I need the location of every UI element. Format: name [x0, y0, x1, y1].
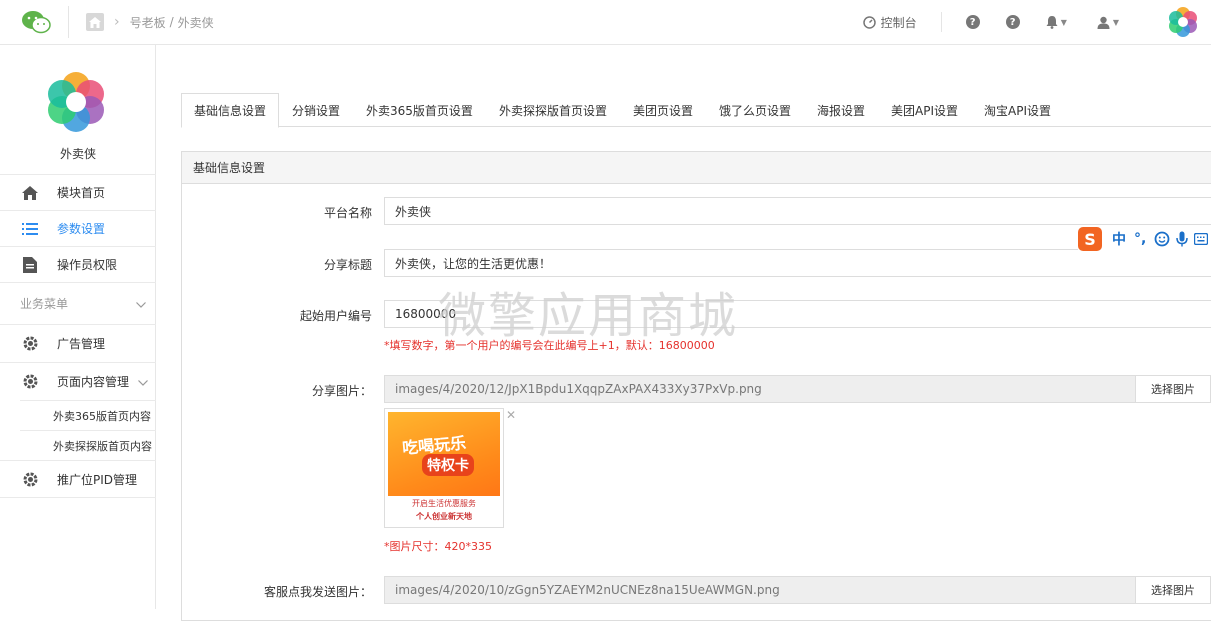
- brand-name: 外卖侠: [59, 147, 96, 161]
- tab-meituan-api[interactable]: 美团API设置: [878, 93, 971, 127]
- start-id-label: 起始用户编号: [299, 309, 372, 323]
- sidebar-group-label: 业务菜单: [20, 297, 69, 311]
- sogou-logo-icon: S: [1078, 227, 1102, 251]
- sidebar-item-ads[interactable]: 广告管理: [0, 324, 156, 362]
- sidebar-item-module-home[interactable]: 模块首页: [0, 174, 156, 210]
- share-image-path: images/4/2020/12/JpX1Bpdu1XqqpZAxPAX433X…: [384, 375, 1211, 403]
- breadcrumb-item-account[interactable]: 号老板: [130, 14, 166, 31]
- sidebar-item-params[interactable]: 参数设置: [0, 210, 156, 246]
- help-icon[interactable]: ?: [965, 15, 980, 29]
- cs-image-pick-button[interactable]: 选择图片: [1135, 576, 1211, 604]
- chevron-right-icon: ›: [114, 14, 120, 30]
- panel-title: 基础信息设置: [182, 152, 1211, 184]
- keyboard-icon[interactable]: [1194, 233, 1209, 245]
- question-icon[interactable]: ?: [1005, 15, 1020, 29]
- share-title-input[interactable]: 外卖侠，让您的生活更优惠！: [384, 249, 1211, 277]
- chevron-down-icon: [136, 297, 146, 311]
- share-image-thumbnail[interactable]: 吃喝玩乐 特权卡 开启生活优惠服务 个人创业新天地: [384, 408, 504, 528]
- cs-image-label: 客服点我发送图片：: [263, 585, 372, 599]
- tab-basic-info[interactable]: 基础信息设置: [181, 93, 280, 128]
- share-image-preview: 吃喝玩乐 特权卡 开启生活优惠服务 个人创业新天地: [388, 412, 500, 524]
- user-icon: [1097, 16, 1110, 29]
- sidebar-item-label: 推广位PID管理: [57, 472, 138, 487]
- cs-image-path: images/4/2020/10/zGgn5YZAEYM2nUCNEz8na15…: [384, 576, 1211, 604]
- gear-icon: [21, 470, 39, 488]
- share-title-label: 分享标题: [323, 258, 372, 272]
- sidebar-item-operator-permissions[interactable]: 操作员权限: [0, 246, 156, 282]
- sidebar-group-business[interactable]: 业务菜单: [0, 282, 156, 324]
- bell-icon: [1046, 15, 1058, 29]
- ime-mode-label[interactable]: 中: [1112, 229, 1126, 249]
- share-image-path-text: images/4/2020/12/JpX1Bpdu1XqqpZAxPAX433X…: [395, 382, 762, 396]
- home-icon[interactable]: [86, 13, 104, 31]
- sidebar-item-label: 广告管理: [57, 337, 106, 351]
- brand-logo-icon: [48, 72, 104, 132]
- tab-taobao-api[interactable]: 淘宝API设置: [971, 93, 1064, 127]
- microphone-icon[interactable]: [1176, 231, 1189, 247]
- breadcrumb: › 号老板 / 外卖侠: [86, 12, 214, 32]
- punctuation-icon[interactable]: °,: [1134, 231, 1146, 247]
- sidebar-subitem-365-home[interactable]: 外卖365版首页内容: [20, 400, 156, 430]
- sidebar-subitem-tantan-home[interactable]: 外卖探探版首页内容: [20, 430, 156, 460]
- console-label: 控制台: [880, 15, 917, 30]
- sidebar-item-label: 页面内容管理: [57, 375, 130, 389]
- sidebar-nav: 模块首页 参数设置 操作员权限 业务菜单 广告管理 页面内容管理 外卖365版首…: [0, 174, 156, 498]
- close-icon[interactable]: ✕: [506, 408, 516, 422]
- notifications-button[interactable]: ▼: [1046, 15, 1067, 29]
- app-logo-icon[interactable]: [1167, 6, 1199, 38]
- gear-icon: [21, 373, 39, 391]
- tab-tantan-home[interactable]: 外卖探探版首页设置: [486, 93, 620, 127]
- settings-tabs: 基础信息设置 分销设置 外卖365版首页设置 外卖探探版首页设置 美团页设置 饿…: [181, 93, 1211, 128]
- tab-meituan-page[interactable]: 美团页设置: [620, 93, 706, 127]
- topbar-vsep: [940, 12, 942, 32]
- preview-footer: 开启生活优惠服务 个人创业新天地: [388, 496, 500, 524]
- sidebar-item-pid[interactable]: 推广位PID管理: [0, 460, 156, 498]
- user-menu-button[interactable]: ▼: [1097, 16, 1119, 29]
- platform-name-input[interactable]: 外卖侠: [384, 197, 1211, 225]
- console-link[interactable]: 控制台: [862, 14, 917, 31]
- ime-toolbar[interactable]: S 中 °,: [1078, 226, 1211, 252]
- preview-text-sub: 特权卡: [422, 454, 474, 476]
- cs-image-path-text: images/4/2020/10/zGgn5YZAEYM2nUCNEz8na15…: [395, 583, 780, 597]
- tab-poster[interactable]: 海报设置: [804, 93, 878, 127]
- basic-info-panel: 基础信息设置 平台名称 外卖侠 分享标题 外卖侠，让您的生活更优惠！ 起始用户编…: [181, 151, 1211, 621]
- dashboard-icon: [862, 15, 876, 29]
- sidebar-item-label: 操作员权限: [57, 258, 118, 272]
- chevron-down-icon: [138, 375, 148, 389]
- document-icon: [21, 256, 39, 274]
- caret-down-icon: ▼: [1060, 17, 1067, 27]
- sidebar: 外卖侠 模块首页 参数设置 操作员权限 业务菜单 广告管理 页面内容管理 外卖3…: [0, 45, 156, 609]
- top-bar: › 号老板 / 外卖侠 控制台 ? ? ▼ ▼: [0, 0, 1211, 45]
- preview-footer-line2: 个人创业新天地: [416, 512, 472, 521]
- emoji-icon[interactable]: [1154, 231, 1170, 247]
- image-size-hint: *图片尺寸：420*335: [384, 540, 492, 553]
- caret-down-icon: ▼: [1112, 17, 1119, 27]
- topbar-actions: 控制台 ? ? ▼ ▼: [862, 0, 1211, 44]
- tab-distribution[interactable]: 分销设置: [279, 93, 353, 127]
- start-id-hint: *填写数字，第一个用户的编号会在此编号上+1，默认：16800000: [384, 339, 715, 352]
- list-icon: [21, 220, 39, 238]
- preview-footer-line1: 开启生活优惠服务: [412, 499, 476, 508]
- start-id-input[interactable]: 16800000: [384, 300, 1211, 328]
- sidebar-item-label: 模块首页: [57, 186, 106, 200]
- wechat-logo-icon[interactable]: [20, 9, 52, 35]
- tab-365-home[interactable]: 外卖365版首页设置: [353, 93, 486, 127]
- share-image-pick-button[interactable]: 选择图片: [1135, 375, 1211, 403]
- share-image-label: 分享图片：: [311, 384, 372, 398]
- tab-eleme-page[interactable]: 饿了么页设置: [706, 93, 804, 127]
- topbar-divider: [68, 6, 69, 38]
- sidebar-item-label: 参数设置: [57, 222, 106, 236]
- breadcrumb-slash: /: [169, 15, 174, 29]
- platform-name-label: 平台名称: [323, 206, 372, 220]
- home-icon: [21, 184, 39, 202]
- breadcrumb-item-app[interactable]: 外卖侠: [178, 14, 214, 31]
- gear-icon: [21, 335, 39, 353]
- sidebar-item-page-content[interactable]: 页面内容管理: [0, 362, 156, 400]
